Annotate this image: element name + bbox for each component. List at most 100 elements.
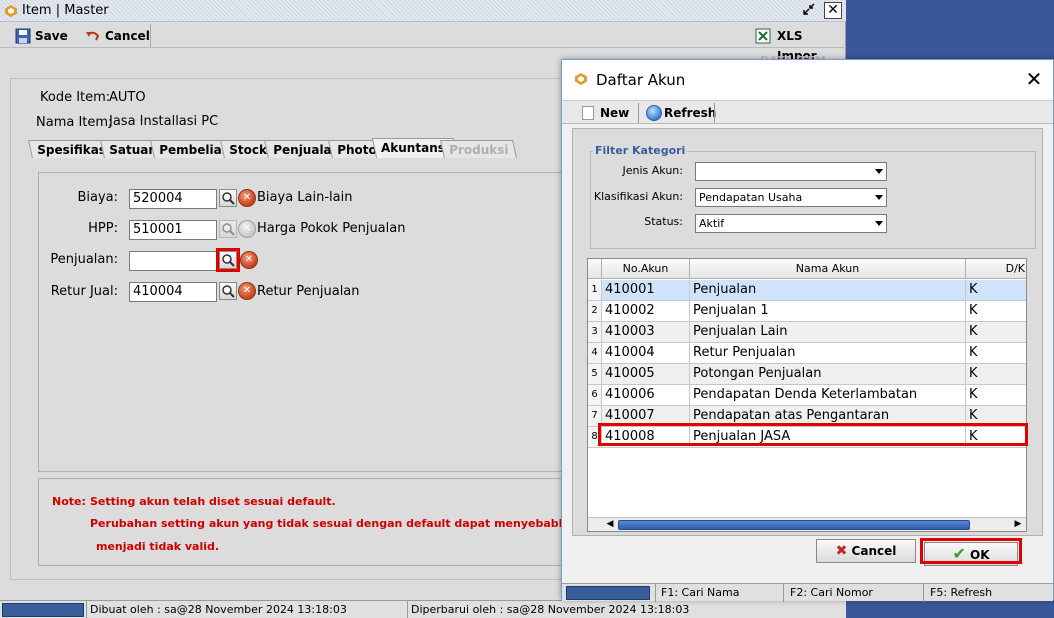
save-button[interactable]: Save bbox=[15, 26, 68, 46]
new-button[interactable]: New bbox=[580, 104, 629, 122]
table-row[interactable]: 5 410005 Potongan Penjualan K bbox=[588, 364, 1026, 385]
clear-icon: ✕ bbox=[242, 192, 252, 203]
search-icon bbox=[222, 223, 235, 236]
dialog-close-button[interactable]: ✕ bbox=[1022, 68, 1046, 92]
account-number: 410001 bbox=[602, 280, 690, 301]
main-title-bar: Item | Master ✕ bbox=[0, 0, 846, 22]
dialog-status-bar: F1: Cari Nama F2: Cari Nomor F5: Refresh bbox=[562, 583, 1053, 602]
retur-jual-description: Retur Penjualan bbox=[257, 284, 360, 299]
toolbar-divider bbox=[714, 103, 715, 123]
hpp-input[interactable]: 510001 bbox=[129, 220, 217, 240]
clear-icon: ✕ bbox=[242, 285, 252, 296]
dialog-cancel-label: Cancel bbox=[851, 544, 897, 558]
column-header-dk[interactable]: D/K bbox=[966, 259, 1026, 279]
biaya-input[interactable]: 520004 bbox=[129, 189, 217, 209]
account-table: No.Akun Nama Akun D/K 1 410001 Penjualan… bbox=[587, 258, 1027, 532]
biaya-search-button[interactable] bbox=[219, 189, 237, 207]
penjualan-clear-button[interactable]: ✕ bbox=[240, 251, 258, 269]
jenis-akun-select[interactable] bbox=[695, 162, 887, 181]
status-f1-hint: F1: Cari Nama bbox=[661, 586, 740, 599]
account-dk: K bbox=[966, 301, 1026, 322]
chevron-down-icon bbox=[875, 169, 883, 174]
penjualan-search-highlight bbox=[216, 248, 240, 272]
klasifikasi-akun-select[interactable]: Pendapatan Usaha bbox=[695, 188, 887, 207]
main-title: Item | Master bbox=[22, 3, 109, 18]
biaya-clear-button[interactable]: ✕ bbox=[238, 189, 256, 207]
account-dk: K bbox=[966, 280, 1026, 301]
penjualan-input[interactable] bbox=[129, 251, 217, 271]
table-row[interactable]: 6 410006 Pendapatan Denda Keterlambatan … bbox=[588, 385, 1026, 406]
account-number: 410002 bbox=[602, 301, 690, 322]
cancel-x-icon: ✖ bbox=[835, 543, 848, 559]
cancel-label: Cancel bbox=[105, 29, 150, 43]
new-label: New bbox=[600, 106, 630, 120]
scroll-right-icon[interactable]: ▶ bbox=[1012, 519, 1024, 531]
restore-icon bbox=[803, 3, 815, 15]
nama-item-value: Jasa Installasi PC bbox=[109, 114, 219, 129]
table-row[interactable]: 4 410004 Retur Penjualan K bbox=[588, 343, 1026, 364]
account-dk: K bbox=[966, 343, 1026, 364]
refresh-icon bbox=[646, 105, 662, 121]
hpp-search-button[interactable] bbox=[219, 220, 237, 238]
account-name: Penjualan bbox=[690, 280, 966, 301]
status-updated: Diperbarui oleh : sa@28 November 2024 13… bbox=[411, 603, 690, 616]
search-icon bbox=[222, 285, 235, 298]
row-number: 4 bbox=[588, 343, 602, 364]
chevron-down-icon bbox=[875, 195, 883, 200]
row-number: 2 bbox=[588, 301, 602, 322]
close-window-button[interactable]: ✕ bbox=[824, 2, 842, 19]
search-icon bbox=[222, 192, 235, 205]
status-f2-hint: F2: Cari Nomor bbox=[790, 586, 873, 599]
refresh-label: Refresh bbox=[664, 106, 717, 120]
status-select[interactable]: Aktif bbox=[695, 214, 887, 233]
column-header-no-akun[interactable]: No.Akun bbox=[602, 259, 690, 279]
retur-jual-search-button[interactable] bbox=[219, 282, 237, 300]
retur-jual-clear-button[interactable]: ✕ bbox=[238, 282, 256, 300]
row-number-header bbox=[588, 259, 602, 279]
refresh-button[interactable]: Refresh bbox=[644, 104, 716, 122]
clear-icon: ✕ bbox=[242, 223, 252, 234]
scroll-left-icon[interactable]: ◀ bbox=[604, 519, 616, 531]
status-progress bbox=[2, 603, 84, 617]
clear-icon: ✕ bbox=[244, 254, 254, 265]
column-header-nama-akun[interactable]: Nama Akun bbox=[690, 259, 966, 279]
account-dk: K bbox=[966, 364, 1026, 385]
klasifikasi-akun-label: Klasifikasi Akun: bbox=[593, 190, 683, 203]
account-name: Retur Penjualan bbox=[690, 343, 966, 364]
table-row[interactable]: 2 410002 Penjualan 1 K bbox=[588, 301, 1026, 322]
nama-item-label: Nama Item: bbox=[36, 115, 113, 130]
restore-window-button[interactable] bbox=[800, 2, 818, 19]
hpp-clear-button[interactable]: ✕ bbox=[238, 220, 256, 238]
table-row[interactable]: 1 410001 Penjualan K bbox=[588, 280, 1026, 301]
account-name: Pendapatan Denda Keterlambatan bbox=[690, 385, 966, 406]
app-logo-icon bbox=[5, 5, 17, 17]
retur-jual-input[interactable]: 410004 bbox=[129, 282, 217, 302]
excel-icon bbox=[755, 28, 771, 44]
scroll-thumb[interactable] bbox=[618, 520, 970, 530]
undo-icon bbox=[86, 31, 100, 41]
hpp-label: HPP: bbox=[88, 221, 118, 236]
account-number: 410004 bbox=[602, 343, 690, 364]
dialog-toolbar: New Refresh bbox=[562, 100, 1053, 124]
note-line-3: menjadi tidak valid. bbox=[96, 540, 220, 553]
biaya-label: Biaya: bbox=[77, 190, 118, 205]
chevron-down-icon bbox=[875, 221, 883, 226]
status-divider bbox=[923, 584, 924, 602]
xls-import-button[interactable]: XLS Impor bbox=[755, 26, 846, 63]
dialog-title: Daftar Akun bbox=[596, 71, 686, 89]
account-number: 410003 bbox=[602, 322, 690, 343]
status-divider bbox=[407, 601, 408, 618]
akuntansi-tab-content bbox=[38, 172, 568, 472]
dialog-cancel-button[interactable]: ✖ Cancel bbox=[816, 539, 916, 563]
table-row[interactable]: 3 410003 Penjualan Lain K bbox=[588, 322, 1026, 343]
status-progress bbox=[566, 586, 650, 600]
status-f5-hint: F5: Refresh bbox=[930, 586, 993, 599]
ok-button-highlight bbox=[920, 538, 1022, 564]
tab-produksi: Produksi bbox=[440, 140, 518, 158]
app-logo-icon bbox=[575, 73, 587, 85]
filter-title: Filter Kategori bbox=[593, 144, 688, 157]
penjualan-label: Penjualan: bbox=[50, 252, 118, 267]
account-number: 410006 bbox=[602, 385, 690, 406]
cancel-button[interactable]: Cancel bbox=[85, 26, 150, 46]
horizontal-scrollbar[interactable]: ◀ ▶ bbox=[588, 517, 1026, 531]
